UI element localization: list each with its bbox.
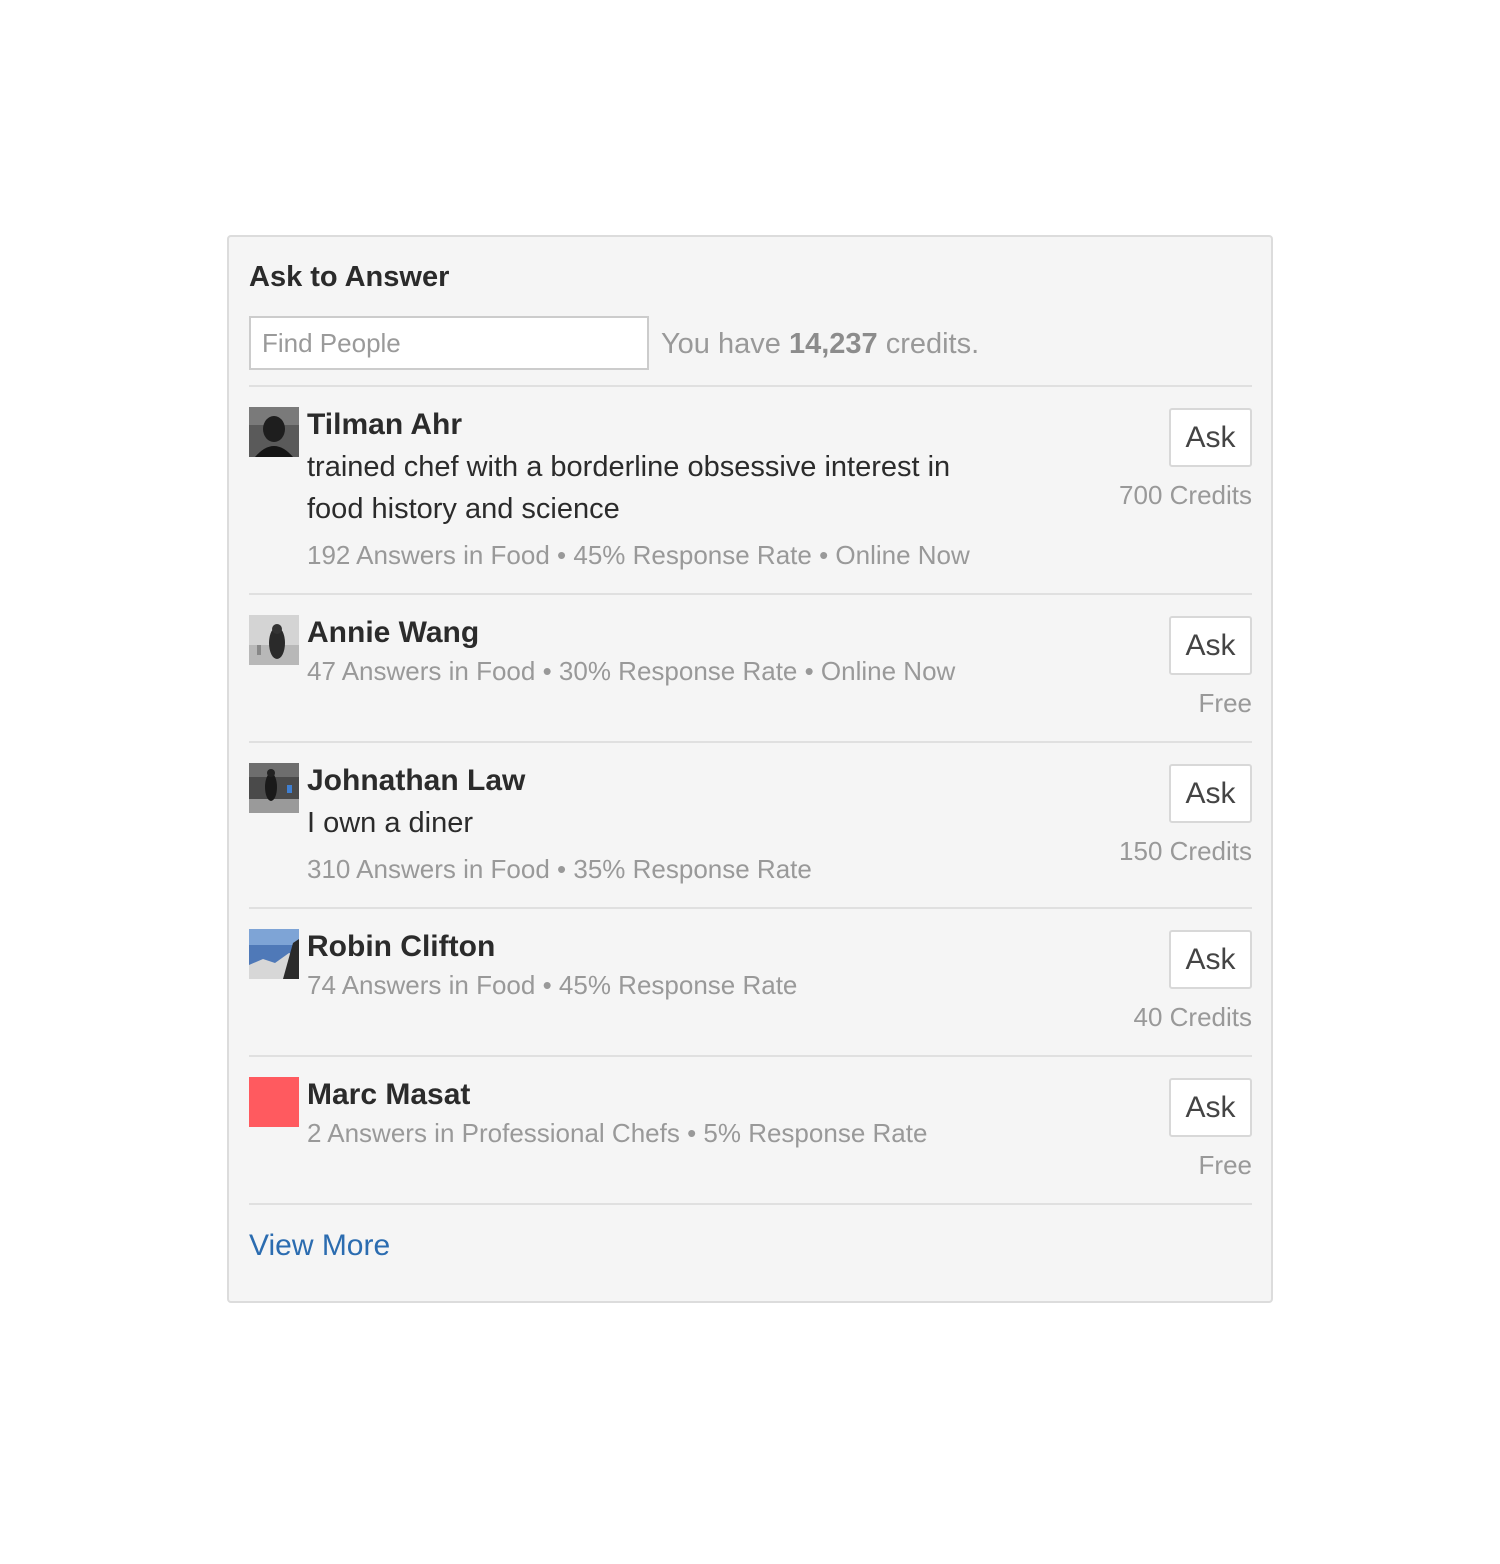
- list-item: Tilman Ahr trained chef with a borderlin…: [249, 387, 1252, 593]
- find-people-input[interactable]: [249, 316, 649, 370]
- avatar[interactable]: [249, 407, 299, 457]
- credits-suffix: credits.: [877, 328, 980, 360]
- divider: [249, 1203, 1252, 1205]
- list-item: Robin Clifton 74 Answers in Food • 45% R…: [249, 909, 1252, 1055]
- credits-prefix: You have: [661, 328, 789, 360]
- ask-to-answer-panel: Ask to Answer You have 14,237 credits. T…: [227, 235, 1273, 1303]
- ask-button[interactable]: Ask: [1169, 1078, 1252, 1137]
- avatar-photo-icon: [249, 763, 299, 813]
- ask-button[interactable]: Ask: [1169, 408, 1252, 467]
- avatar-photo-icon: [249, 615, 299, 665]
- person-name[interactable]: Tilman Ahr: [307, 407, 462, 443]
- person-name[interactable]: Robin Clifton: [307, 929, 495, 965]
- avatar[interactable]: [249, 763, 299, 813]
- credits-balance: You have 14,237 credits.: [661, 326, 979, 362]
- ask-button[interactable]: Ask: [1169, 764, 1252, 823]
- ask-price: Free: [1198, 688, 1252, 718]
- person-stats: 47 Answers in Food • 30% Response Rate •…: [307, 656, 956, 686]
- person-stats: 192 Answers in Food • 45% Response Rate …: [307, 540, 970, 570]
- avatar-photo-icon: [249, 929, 299, 979]
- person-name[interactable]: Johnathan Law: [307, 763, 525, 799]
- person-bio: I own a diner: [307, 807, 474, 839]
- person-bio: trained chef with a borderline obsessive…: [307, 451, 951, 525]
- person-stats: 74 Answers in Food • 45% Response Rate: [307, 970, 798, 1000]
- ask-price: 700 Credits: [1119, 480, 1252, 510]
- person-name[interactable]: Marc Masat: [307, 1077, 470, 1113]
- list-item: Annie Wang 47 Answers in Food • 30% Resp…: [249, 595, 1252, 741]
- person-stats: 310 Answers in Food • 35% Response Rate: [307, 854, 812, 884]
- avatar[interactable]: [249, 929, 299, 979]
- person-name[interactable]: Annie Wang: [307, 615, 479, 651]
- avatar-photo-icon: [249, 407, 299, 457]
- credits-amount: 14,237: [788, 328, 878, 360]
- avatar[interactable]: [249, 615, 299, 665]
- ask-price: Free: [1198, 1150, 1252, 1180]
- ask-button[interactable]: Ask: [1169, 930, 1252, 989]
- list-item: Johnathan Law I own a diner 310 Answers …: [249, 743, 1252, 907]
- panel-content: Ask to Answer You have 14,237 credits. T…: [249, 237, 1252, 1301]
- ask-price: 40 Credits: [1133, 1002, 1253, 1032]
- avatar[interactable]: [249, 1077, 299, 1127]
- view-more-link[interactable]: View More: [249, 1228, 390, 1264]
- ask-price: 150 Credits: [1119, 836, 1252, 866]
- ask-button[interactable]: Ask: [1169, 616, 1252, 675]
- search-row: You have 14,237 credits.: [249, 316, 1252, 370]
- list-item: Marc Masat 2 Answers in Professional Che…: [249, 1057, 1252, 1203]
- panel-title: Ask to Answer: [249, 261, 450, 293]
- person-stats: 2 Answers in Professional Chefs • 5% Res…: [307, 1118, 928, 1148]
